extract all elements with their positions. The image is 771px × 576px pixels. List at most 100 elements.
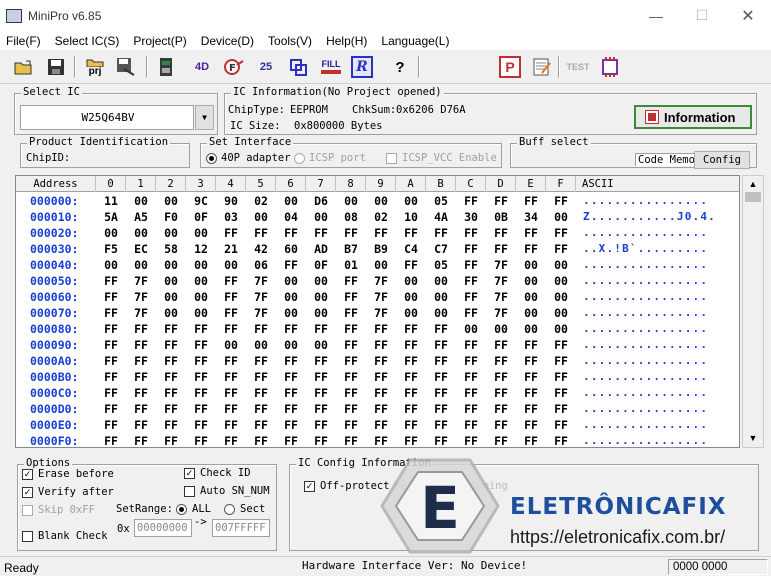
byte-cell[interactable]: FF (546, 241, 576, 257)
byte-cell[interactable]: 0F (306, 257, 336, 273)
byte-cell[interactable]: FF (246, 369, 276, 385)
ic-name-field[interactable]: W25Q64BV (20, 105, 194, 130)
range-all-radio[interactable] (176, 504, 187, 515)
byte-cell[interactable]: FF (96, 273, 126, 289)
byte-cell[interactable]: 05 (426, 193, 456, 209)
byte-cell[interactable]: 7F (126, 305, 156, 321)
byte-cell[interactable]: F0 (156, 209, 186, 225)
byte-cell[interactable]: FF (456, 225, 486, 241)
byte-cell[interactable]: 00 (306, 273, 336, 289)
byte-cell[interactable]: FF (486, 241, 516, 257)
byte-cell[interactable]: FF (456, 289, 486, 305)
byte-cell[interactable]: FF (426, 225, 456, 241)
byte-cell[interactable]: FF (96, 305, 126, 321)
byte-cell[interactable]: FF (276, 401, 306, 417)
byte-cell[interactable]: FF (216, 433, 246, 447)
byte-cell[interactable]: FF (96, 385, 126, 401)
scroll-up-icon[interactable]: ▲ (746, 177, 760, 191)
byte-cell[interactable]: AD (306, 241, 336, 257)
byte-cell[interactable]: FF (126, 385, 156, 401)
byte-cell[interactable]: FF (456, 337, 486, 353)
byte-cell[interactable]: FF (276, 225, 306, 241)
byte-cell[interactable]: 7F (246, 289, 276, 305)
byte-cell[interactable]: 00 (426, 289, 456, 305)
byte-cell[interactable]: 30 (456, 209, 486, 225)
byte-cell[interactable]: 00 (306, 289, 336, 305)
byte-cell[interactable]: 00 (276, 337, 306, 353)
byte-cell[interactable]: FF (546, 193, 576, 209)
hex-row[interactable]: 000090: FF FF FF FF 00 00 00 00 FF FF FF FF FF FF FF FF.… (16, 337, 739, 353)
byte-cell[interactable]: FF (216, 289, 246, 305)
byte-cell[interactable]: 90 (216, 193, 246, 209)
byte-cell[interactable]: 00 (366, 193, 396, 209)
byte-cell[interactable]: FF (216, 417, 246, 433)
byte-cell[interactable]: FF (546, 385, 576, 401)
byte-cell[interactable]: 7F (366, 273, 396, 289)
byte-cell[interactable]: FF (486, 369, 516, 385)
byte-cell[interactable]: FF (456, 305, 486, 321)
byte-cell[interactable]: FF (306, 353, 336, 369)
byte-cell[interactable]: FF (306, 417, 336, 433)
byte-cell[interactable]: FF (246, 353, 276, 369)
byte-cell[interactable]: FF (336, 369, 366, 385)
byte-cell[interactable]: 7F (366, 305, 396, 321)
hex-row[interactable]: 0000C0: FF FF FF FF FF FF FF FF FF FF FF FF FF FF FF FF.… (16, 385, 739, 401)
minimize-button[interactable]: — (633, 0, 679, 31)
read-id-icon[interactable]: R (350, 56, 374, 78)
byte-cell[interactable]: 00 (546, 321, 576, 337)
byte-cell[interactable]: FF (96, 433, 126, 447)
byte-cell[interactable]: 00 (546, 305, 576, 321)
byte-cell[interactable]: FF (396, 417, 426, 433)
byte-cell[interactable]: FF (336, 353, 366, 369)
byte-cell[interactable]: 00 (306, 337, 336, 353)
edit-icon[interactable] (530, 56, 554, 78)
byte-cell[interactable]: FF (126, 321, 156, 337)
byte-cell[interactable]: FF (126, 369, 156, 385)
byte-cell[interactable]: FF (336, 401, 366, 417)
range-start-field[interactable]: 00000000 (134, 519, 192, 537)
range-end-field[interactable]: 007FFFFF (212, 519, 270, 537)
byte-cell[interactable]: 42 (246, 241, 276, 257)
information-button[interactable]: Information (634, 105, 752, 129)
save-project-icon[interactable] (114, 56, 138, 78)
write-icon[interactable]: 25 (254, 56, 278, 78)
byte-cell[interactable]: 00 (126, 193, 156, 209)
byte-cell[interactable]: FF (456, 417, 486, 433)
byte-cell[interactable]: 00 (276, 289, 306, 305)
hex-row[interactable]: 0000D0: FF FF FF FF FF FF FF FF FF FF FF FF FF FF FF FF.… (16, 401, 739, 417)
byte-cell[interactable]: B7 (336, 241, 366, 257)
byte-cell[interactable]: FF (396, 257, 426, 273)
byte-cell[interactable]: FF (186, 321, 216, 337)
byte-cell[interactable]: FF (96, 353, 126, 369)
byte-cell[interactable]: FF (546, 417, 576, 433)
byte-cell[interactable]: 5A (96, 209, 126, 225)
byte-cell[interactable]: FF (306, 385, 336, 401)
byte-cell[interactable]: FF (486, 385, 516, 401)
byte-cell[interactable]: 00 (156, 225, 186, 241)
fill-icon[interactable]: FILL (318, 56, 344, 78)
hex-row[interactable]: 0000B0: FF FF FF FF FF FF FF FF FF FF FF FF FF FF FF FF.… (16, 369, 739, 385)
byte-cell[interactable]: FF (516, 433, 546, 447)
off-protect-checkbox[interactable]: ✓ (304, 481, 315, 492)
byte-cell[interactable]: FF (396, 369, 426, 385)
byte-cell[interactable]: 00 (276, 305, 306, 321)
byte-cell[interactable]: FF (96, 417, 126, 433)
verify-icon[interactable]: F (222, 56, 246, 78)
byte-cell[interactable]: FF (96, 289, 126, 305)
byte-cell[interactable]: FF (486, 225, 516, 241)
byte-cell[interactable]: FF (336, 417, 366, 433)
byte-cell[interactable]: FF (306, 433, 336, 447)
byte-cell[interactable]: 00 (516, 257, 546, 273)
verify-after-checkbox[interactable]: ✓ (22, 487, 33, 498)
scroll-down-icon[interactable]: ▼ (746, 431, 760, 445)
byte-cell[interactable]: FF (546, 225, 576, 241)
project-p-icon[interactable]: P (498, 56, 522, 78)
byte-cell[interactable]: FF (276, 369, 306, 385)
byte-cell[interactable]: 00 (216, 257, 246, 273)
byte-cell[interactable]: 0B (486, 209, 516, 225)
auto-sn-checkbox[interactable] (184, 486, 195, 497)
byte-cell[interactable]: FF (486, 417, 516, 433)
byte-cell[interactable]: FF (396, 433, 426, 447)
byte-cell[interactable]: 0F (186, 209, 216, 225)
menu-help[interactable]: Help(H) (326, 34, 367, 48)
